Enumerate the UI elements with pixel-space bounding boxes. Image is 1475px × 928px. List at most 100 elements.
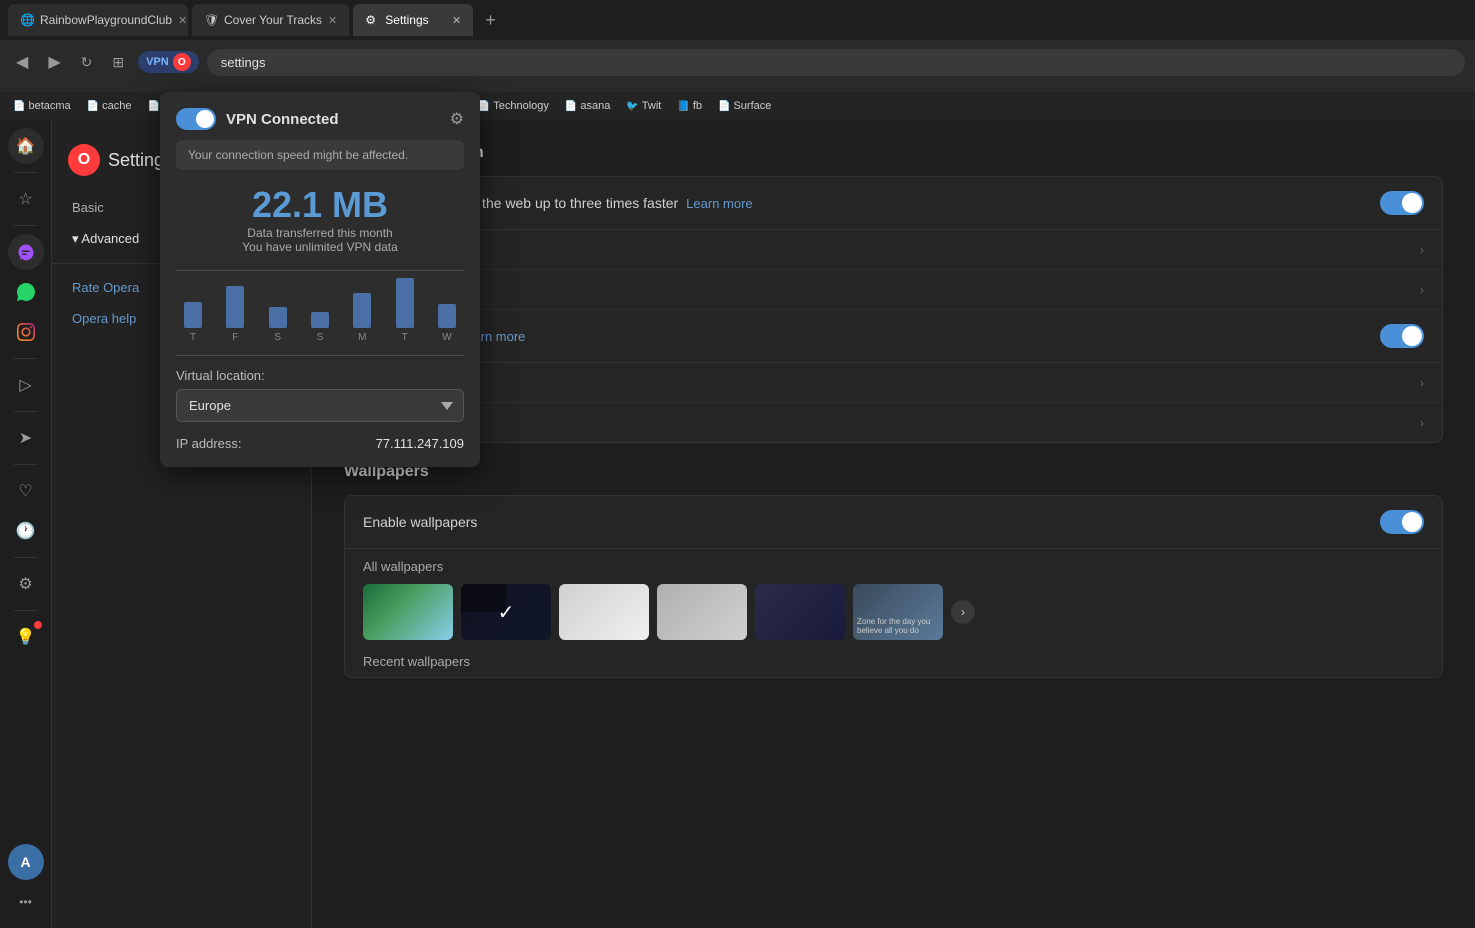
bookmark-icon-surface: 📄 <box>718 101 730 112</box>
privacy-card: Block ads and surf the web up to three t… <box>344 176 1443 443</box>
tab-favicon-3: ⚙ <box>365 13 379 27</box>
vpn-popup: VPN Connected ⚙ Your connection speed mi… <box>160 92 480 467</box>
block-ads-learn-more[interactable]: Learn more <box>686 196 752 211</box>
manage-lists-1-row[interactable]: Manage lists › <box>345 270 1442 310</box>
sidebar-divider-6 <box>14 557 38 558</box>
back-button[interactable]: ◀ <box>10 48 34 76</box>
block-trackers-toggle[interactable] <box>1380 324 1424 348</box>
tab-label-3: Settings <box>385 13 428 27</box>
recent-wallpapers-title: Recent wallpapers <box>345 654 1442 677</box>
wallpapers-card: Enable wallpapers All wallpapers ✓ <box>344 495 1443 678</box>
manage-lists-2-row[interactable]: Manage lists › <box>345 403 1442 442</box>
tab-close-2[interactable]: ✕ <box>328 14 337 27</box>
vpn-chart-bar-w6: W <box>438 304 456 343</box>
vpn-data-amount: 22.1 MB <box>176 184 464 226</box>
vpn-chart-bar-t0: T <box>184 302 202 343</box>
bookmark-surface[interactable]: 📄 Surface <box>713 98 776 114</box>
vpn-chart-bar-m4: M <box>353 293 371 343</box>
browser-chrome: 🌐 RainbowPlaygroundClub ✕ 🛡 Cover Your T… <box>0 0 1475 92</box>
vpn-toggle-area: VPN Connected <box>176 108 339 130</box>
new-tab-button[interactable]: + <box>477 10 504 31</box>
sidebar-icon-star[interactable]: ☆ <box>8 181 44 217</box>
vpn-warning: Your connection speed might be affected. <box>176 140 464 170</box>
tab-label-2: Cover Your Tracks <box>224 13 322 27</box>
sidebar-icon-bulb[interactable]: 💡 <box>8 619 44 655</box>
reload-button[interactable]: ↻ <box>75 50 99 75</box>
vpn-divider-2 <box>176 355 464 356</box>
sidebar-icon-home[interactable]: 🏠 <box>8 128 44 164</box>
vpn-chart-day-0: T <box>190 332 196 343</box>
sidebar-icon-send[interactable]: ➤ <box>8 420 44 456</box>
bookmark-cache[interactable]: 📄 cache <box>82 98 137 114</box>
sidebar-icon-instagram[interactable] <box>8 314 44 350</box>
vpn-chart-day-3: S <box>317 332 324 343</box>
privacy-section-title: Privacy protection <box>344 144 1443 162</box>
block-ads-row: Block ads and surf the web up to three t… <box>345 177 1442 230</box>
tab-label: RainbowPlaygroundClub <box>40 13 172 27</box>
tab-bar: 🌐 RainbowPlaygroundClub ✕ 🛡 Cover Your T… <box>0 0 1475 40</box>
wallpaper-thumb-2[interactable]: ✓ <box>461 584 551 640</box>
wallpaper-thumb-1[interactable] <box>363 584 453 640</box>
vpn-bar-4 <box>353 293 371 328</box>
vpn-data-label: Data transferred this month <box>176 226 464 240</box>
vpn-location-label: Virtual location: <box>176 368 464 383</box>
enable-wallpapers-toggle[interactable] <box>1380 510 1424 534</box>
sidebar-icon-player[interactable]: ▷ <box>8 367 44 403</box>
tab-rainbowplayground[interactable]: 🌐 RainbowPlaygroundClub ✕ <box>8 4 188 36</box>
bookmark-twitter[interactable]: 🐦 Twit <box>621 98 666 114</box>
manage-exceptions-2-row[interactable]: Manage exceptions › <box>345 363 1442 403</box>
bookmark-fb[interactable]: 📘 fb <box>672 98 707 114</box>
sidebar-divider-3 <box>14 358 38 359</box>
sidebar-icon-heart[interactable]: ♡ <box>8 473 44 509</box>
sidebar-divider-1 <box>14 172 38 173</box>
wallpaper-thumb-4[interactable] <box>657 584 747 640</box>
bookmark-icon-asana: 📄 <box>565 101 577 112</box>
vpn-header: VPN Connected ⚙ <box>176 108 464 130</box>
bookmark-betacma[interactable]: 📄 betacma <box>8 98 76 114</box>
vpn-chart-bar-t5: T <box>396 278 414 343</box>
vpn-gear-icon[interactable]: ⚙ <box>450 109 464 129</box>
sidebar-icon-whatsapp[interactable] <box>8 274 44 310</box>
vpn-toggle[interactable] <box>176 108 216 130</box>
sidebar-icon-clock[interactable]: 🕐 <box>8 513 44 549</box>
forward-button[interactable]: ▶ <box>42 48 66 76</box>
wallpaper-thumb-5[interactable] <box>755 584 845 640</box>
sidebar-icon-settings[interactable]: ⚙ <box>8 566 44 602</box>
tab-coveryourtracks[interactable]: 🛡 Cover Your Tracks ✕ <box>192 4 349 36</box>
wallpapers-scroll-right[interactable]: › <box>951 600 975 624</box>
wallpaper-thumb-3[interactable] <box>559 584 649 640</box>
vpn-bar-5 <box>396 278 414 328</box>
bookmark-asana[interactable]: 📄 asana <box>560 98 615 114</box>
wallpapers-section-title: Wallpapers <box>344 463 1443 481</box>
bookmark-technology[interactable]: 📄 Technology <box>473 98 554 114</box>
bookmark-icon-fb: 📘 <box>677 101 689 112</box>
nav-bar: ◀ ▶ ↻ ⊞ VPN O <box>0 40 1475 84</box>
wallpapers-section: Wallpapers Enable wallpapers All wallpap… <box>344 463 1443 678</box>
sidebar: 🏠 ☆ ▷ ➤ ♡ 🕐 ⚙ 💡 A ••• <box>0 120 52 928</box>
sidebar-icon-more[interactable]: ••• <box>8 884 44 920</box>
vpn-badge[interactable]: VPN O <box>138 51 199 73</box>
sidebar-divider-5 <box>14 464 38 465</box>
privacy-section: Privacy protection Block ads and surf th… <box>344 144 1443 443</box>
manage-exceptions-1-row[interactable]: Manage exceptions › <box>345 230 1442 270</box>
vpn-chart-day-4: M <box>358 332 366 343</box>
tab-close-1[interactable]: ✕ <box>178 14 187 27</box>
vpn-divider <box>176 270 464 271</box>
sidebar-divider-2 <box>14 225 38 226</box>
sidebar-icon-messenger[interactable] <box>8 234 44 270</box>
vpn-title: VPN Connected <box>226 111 339 128</box>
vpn-location-select[interactable]: Optimal location Europe Americas Asia <box>176 389 464 422</box>
vpn-chart-day-2: S <box>274 332 281 343</box>
all-wallpapers-label: All wallpapers <box>345 559 1442 574</box>
sidebar-divider-4 <box>14 411 38 412</box>
address-bar[interactable] <box>207 49 1465 76</box>
wallpaper-thumb-6[interactable]: Zone for the day you believe all you do <box>853 584 943 640</box>
block-ads-toggle[interactable] <box>1380 191 1424 215</box>
tab-close-3[interactable]: ✕ <box>452 14 461 27</box>
tab-settings[interactable]: ⚙ Settings ✕ <box>353 4 473 36</box>
main-content: Privacy protection Block ads and surf th… <box>312 120 1475 928</box>
sidebar-divider-7 <box>14 610 38 611</box>
grid-button[interactable]: ⊞ <box>106 50 130 75</box>
sidebar-icon-account[interactable]: A <box>8 844 44 880</box>
vpn-bar-6 <box>438 304 456 328</box>
